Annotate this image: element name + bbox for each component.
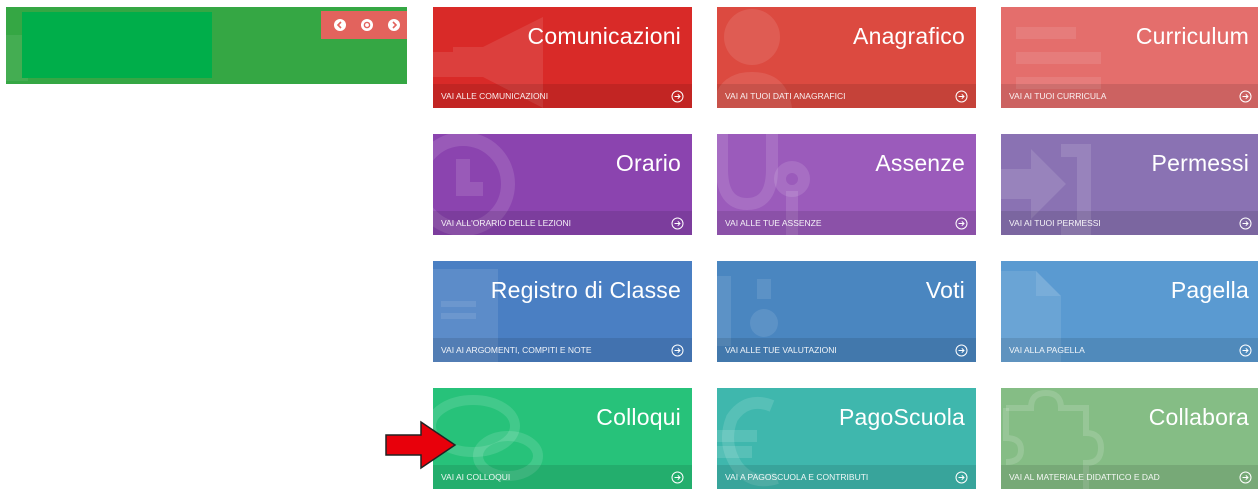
tile-title: Voti — [925, 277, 965, 303]
tile-title: Colloqui — [596, 404, 681, 430]
tile-colloqui[interactable]: Colloqui VAI AI COLLOQUI — [433, 388, 692, 489]
tile-link[interactable]: VAI ALLE TUE VALUTAZIONI — [725, 345, 837, 355]
arrow-left-circle-icon[interactable] — [334, 19, 347, 31]
tile-footer[interactable]: VAI ALLA PAGELLA — [1001, 338, 1258, 362]
tile-footer[interactable]: VAI AI TUOI CURRICULA — [1001, 84, 1258, 108]
arrow-right-circle-icon[interactable] — [1239, 217, 1252, 230]
tile-title: Assenze — [875, 150, 965, 176]
tile-collabora[interactable]: Collabora VAI AL MATERIALE DIDATTICO E D… — [1001, 388, 1258, 489]
arrow-right-circle-icon[interactable] — [955, 90, 968, 103]
tile-link[interactable]: VAI AI COLLOQUI — [441, 472, 510, 482]
target-circle-icon[interactable] — [360, 19, 373, 31]
arrow-right-circle-icon[interactable] — [671, 217, 684, 230]
tile-comunicazioni[interactable]: Comunicazioni VAI ALLE COMUNICAZIONI — [433, 7, 692, 108]
tile-anagrafico[interactable]: Anagrafico VAI AI TUOI DATI ANAGRAFICI — [717, 7, 976, 108]
header-widget — [6, 7, 407, 84]
arrow-right-circle-icon[interactable] — [1239, 90, 1252, 103]
tile-title: Collabora — [1148, 404, 1249, 430]
tile-voti[interactable]: Voti VAI ALLE TUE VALUTAZIONI — [717, 261, 976, 362]
arrow-right-circle-icon[interactable] — [671, 471, 684, 484]
tile-title: Registro di Classe — [490, 277, 681, 303]
tile-footer[interactable]: VAI AL MATERIALE DIDATTICO E DAD — [1001, 465, 1258, 489]
tile-footer[interactable]: VAI ALLE COMUNICAZIONI — [433, 84, 692, 108]
tile-link[interactable]: VAI AI TUOI PERMESSI — [1009, 218, 1101, 228]
tile-link[interactable]: VAI AI TUOI DATI ANAGRAFICI — [725, 91, 845, 101]
tile-link[interactable]: VAI ALLE COMUNICAZIONI — [441, 91, 548, 101]
tile-title: Permessi — [1151, 150, 1249, 176]
tile-title: Anagrafico — [853, 23, 965, 49]
tile-link[interactable]: VAI A PAGOSCUOLA E CONTRIBUTI — [725, 472, 868, 482]
tile-link[interactable]: VAI AL MATERIALE DIDATTICO E DAD — [1009, 472, 1160, 482]
tile-registro-di-classe[interactable]: Registro di Classe VAI AI ARGOMENTI, COM… — [433, 261, 692, 362]
arrow-right-circle-icon[interactable] — [671, 90, 684, 103]
arrow-right-circle-icon[interactable] — [1239, 344, 1252, 357]
tile-link[interactable]: VAI ALLE TUE ASSENZE — [725, 218, 822, 228]
arrow-right-circle-icon[interactable] — [1239, 471, 1252, 484]
tile-footer[interactable]: VAI AI TUOI DATI ANAGRAFICI — [717, 84, 976, 108]
tile-pagella[interactable]: Pagella VAI ALLA PAGELLA — [1001, 261, 1258, 362]
tile-link[interactable]: VAI AI ARGOMENTI, COMPITI E NOTE — [441, 345, 592, 355]
tile-permessi[interactable]: Permessi VAI AI TUOI PERMESSI — [1001, 134, 1258, 235]
arrow-right-circle-icon[interactable] — [955, 344, 968, 357]
tile-footer[interactable]: VAI ALLE TUE VALUTAZIONI — [717, 338, 976, 362]
arrow-right-circle-icon[interactable] — [955, 471, 968, 484]
tile-title: PagoScuola — [838, 404, 965, 430]
tile-orario[interactable]: Orario VAI ALL'ORARIO DELLE LEZIONI — [433, 134, 692, 235]
tile-footer[interactable]: VAI A PAGOSCUOLA E CONTRIBUTI — [717, 465, 976, 489]
tile-footer[interactable]: VAI AI TUOI PERMESSI — [1001, 211, 1258, 235]
arrow-right-circle-icon[interactable] — [671, 344, 684, 357]
tile-footer[interactable]: VAI AI COLLOQUI — [433, 465, 692, 489]
tile-assenze[interactable]: Assenze VAI ALLE TUE ASSENZE — [717, 134, 976, 235]
school-logo-placeholder — [22, 12, 212, 78]
tile-title: Comunicazioni — [527, 23, 681, 49]
tile-pagoscuola[interactable]: PagoScuola VAI A PAGOSCUOLA E CONTRIBUTI — [717, 388, 976, 489]
tile-title: Pagella — [1170, 277, 1249, 303]
tile-footer[interactable]: VAI AI ARGOMENTI, COMPITI E NOTE — [433, 338, 692, 362]
arrow-right-circle-icon[interactable] — [955, 217, 968, 230]
tile-title: Orario — [615, 150, 681, 176]
tile-curriculum[interactable]: Curriculum VAI AI TUOI CURRICULA — [1001, 7, 1258, 108]
tile-link[interactable]: VAI AI TUOI CURRICULA — [1009, 91, 1106, 101]
tile-footer[interactable]: VAI ALL'ORARIO DELLE LEZIONI — [433, 211, 692, 235]
red-pointer-arrow-icon — [385, 420, 457, 470]
carousel-controls — [321, 11, 407, 39]
tile-footer[interactable]: VAI ALLE TUE ASSENZE — [717, 211, 976, 235]
tile-title: Curriculum — [1135, 23, 1249, 49]
arrow-right-circle-icon[interactable] — [387, 19, 400, 31]
tile-link[interactable]: VAI ALL'ORARIO DELLE LEZIONI — [441, 218, 571, 228]
tile-link[interactable]: VAI ALLA PAGELLA — [1009, 345, 1085, 355]
